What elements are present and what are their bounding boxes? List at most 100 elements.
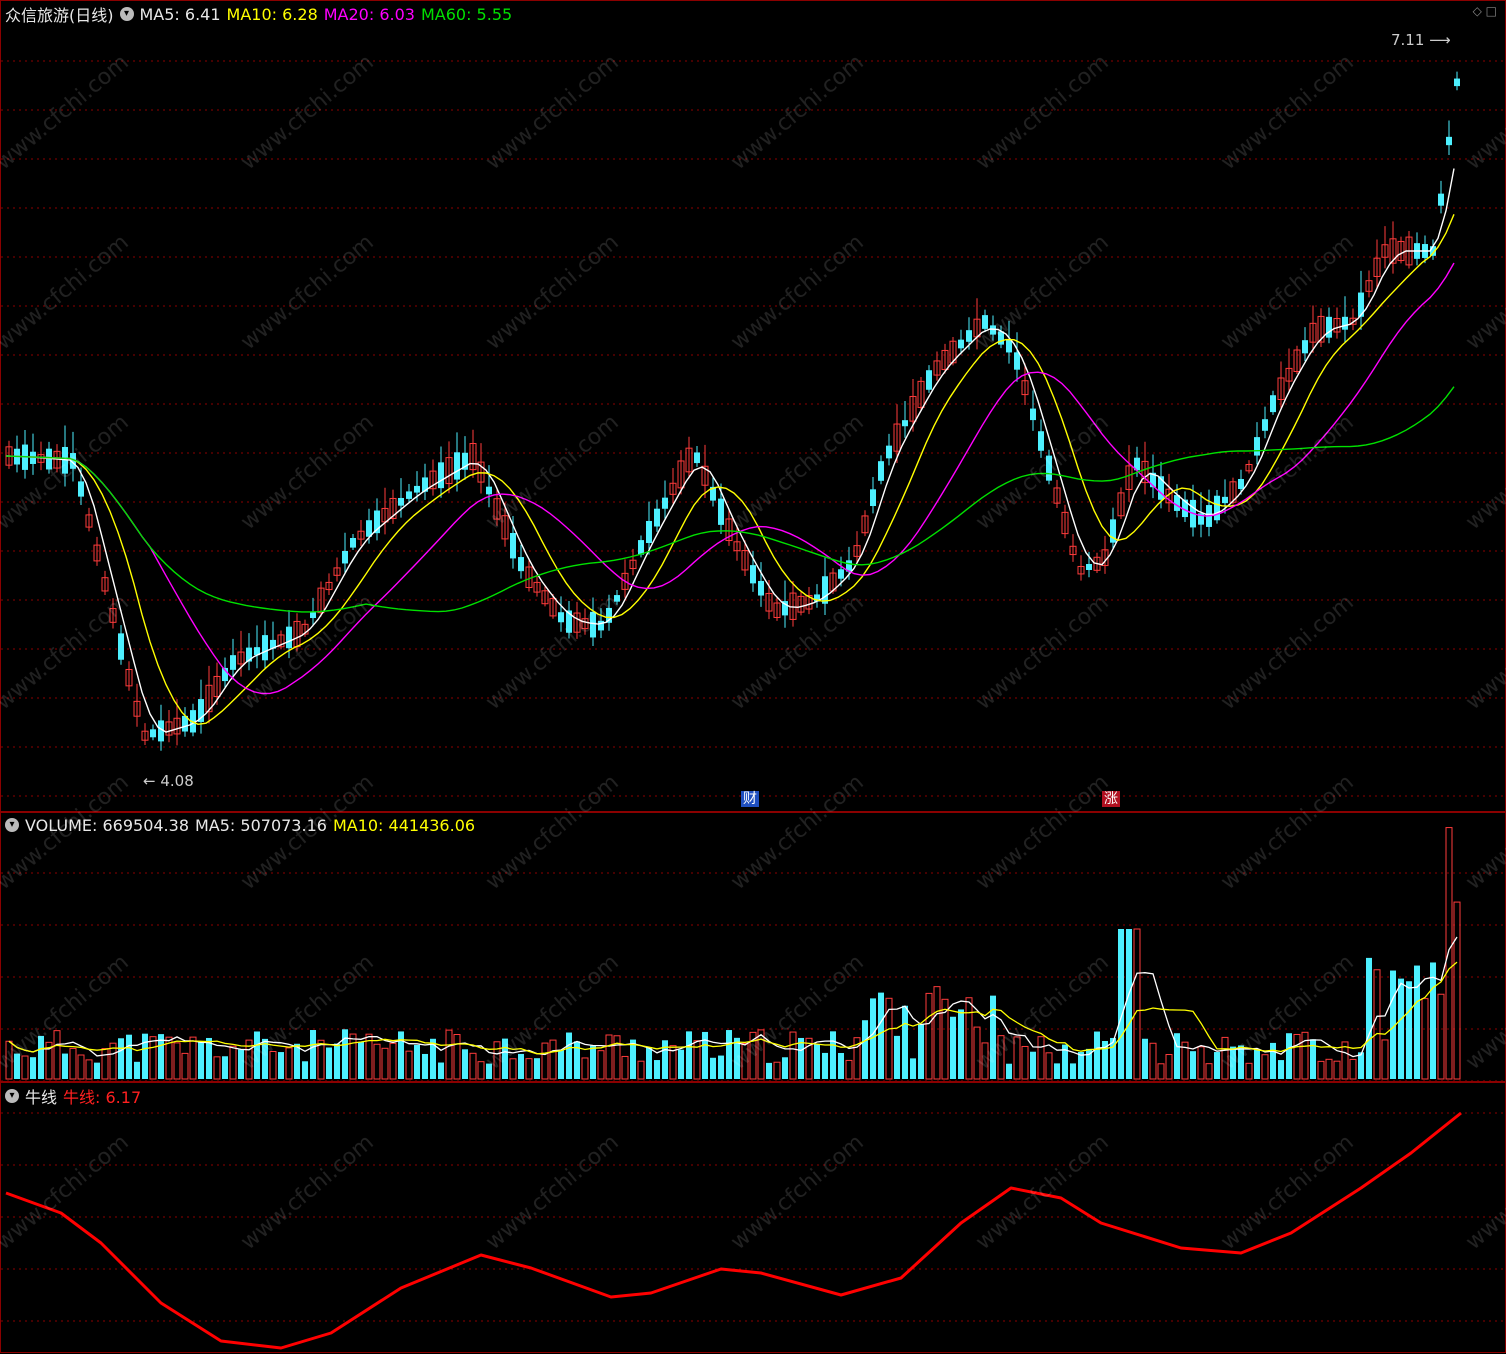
niu-header: ▾ 牛线 牛线: 6.17 xyxy=(5,1086,147,1107)
volume-bar xyxy=(1078,1052,1084,1079)
volume-settings-icon[interactable]: ▾ xyxy=(5,818,19,832)
candle-body xyxy=(342,550,348,564)
candle-body xyxy=(998,331,1004,345)
candle-body xyxy=(1046,455,1052,481)
candle-body xyxy=(646,520,652,544)
volume-bar xyxy=(1142,1038,1148,1079)
volume-bar xyxy=(581,1057,589,1080)
volume-bar xyxy=(933,986,941,1080)
candle-body xyxy=(1014,352,1020,370)
settings-toggle-icon[interactable]: ▾ xyxy=(119,7,134,21)
volume-chart[interactable] xyxy=(1,813,1506,1083)
candle-body xyxy=(1086,563,1092,571)
candle-body xyxy=(758,580,764,596)
candle-body xyxy=(1438,193,1444,206)
volume-bar xyxy=(294,1043,300,1079)
volume-bar xyxy=(902,1005,908,1079)
volume-bar xyxy=(1054,1063,1060,1079)
volume-bar xyxy=(101,1048,109,1080)
panel-controls[interactable]: ◇ □ xyxy=(1473,4,1497,18)
candle-body xyxy=(398,497,404,506)
volume-bar xyxy=(1006,1063,1012,1079)
volume-bar xyxy=(798,1037,804,1079)
volume-bar xyxy=(558,1050,564,1079)
candle-body xyxy=(590,611,596,638)
volume-bar xyxy=(838,1052,844,1079)
volume-bar xyxy=(990,995,996,1079)
candle-body xyxy=(1270,395,1276,413)
volume-bar xyxy=(5,1040,13,1080)
volume-bar xyxy=(549,1039,557,1080)
candle-body xyxy=(486,486,492,495)
volume-panel[interactable]: ▾ VOLUME: 669504.38 MA5: 507073.16 MA10:… xyxy=(0,812,1506,1082)
volume-bar xyxy=(53,1030,61,1080)
volume-bar xyxy=(534,1058,540,1079)
volume-bar xyxy=(142,1033,148,1079)
volume-bar xyxy=(1293,1033,1301,1080)
volume-bar xyxy=(1197,1046,1205,1080)
volume-header: ▾ VOLUME: 669504.38 MA5: 507073.16 MA10:… xyxy=(5,815,481,835)
candle-body xyxy=(982,315,988,329)
volume-bar xyxy=(566,1032,572,1079)
ma10-label: MA10: 6.28 xyxy=(226,4,318,24)
volume-bar xyxy=(422,1053,428,1079)
volume-bar xyxy=(1133,928,1141,1080)
volume-bar xyxy=(1421,998,1429,1080)
volume-bar xyxy=(469,1052,477,1080)
candle-body xyxy=(262,635,268,661)
volume-bar xyxy=(1398,978,1404,1079)
volume-bar xyxy=(878,992,884,1079)
volume-bar xyxy=(229,1045,237,1080)
volume-bar xyxy=(726,1030,732,1079)
candle-body xyxy=(1342,316,1348,330)
candle-body xyxy=(750,565,756,584)
candle-body xyxy=(1174,495,1180,511)
volume-bar xyxy=(718,1055,724,1079)
volume-bar xyxy=(1317,1060,1325,1080)
volume-bar xyxy=(1406,981,1412,1079)
volume-bar xyxy=(862,1020,868,1079)
square-icon[interactable]: □ xyxy=(1486,4,1497,18)
candle-body xyxy=(838,569,844,579)
candlestick-chart[interactable] xyxy=(1,1,1506,813)
niu-line-chart[interactable] xyxy=(1,1083,1506,1354)
volume-bar xyxy=(302,1061,308,1079)
ma20-line xyxy=(5,262,1455,695)
volume-bar xyxy=(541,1042,549,1080)
ma10-line xyxy=(5,214,1455,726)
volume-bar xyxy=(605,1034,613,1080)
volume-bar xyxy=(213,1056,221,1080)
candle-body xyxy=(1326,316,1332,338)
volume-bar xyxy=(597,1050,605,1080)
volume-bar xyxy=(126,1034,132,1079)
volume-bar xyxy=(710,1057,716,1079)
volume-ma5-label: MA5: 507073.16 xyxy=(195,815,327,835)
candle-body xyxy=(822,576,828,604)
volume-bar xyxy=(1325,1058,1333,1080)
volume-bar xyxy=(477,1061,485,1080)
candle-body xyxy=(558,612,564,623)
finance-badge[interactable]: 财 xyxy=(741,791,759,807)
volume-bar xyxy=(1126,929,1132,1079)
ma5-label: MA5: 6.41 xyxy=(139,4,221,24)
limit-up-badge[interactable]: 涨 xyxy=(1102,791,1120,807)
main-header: 众信旅游(日线) ▾ MA5: 6.41 MA10: 6.28 MA20: 6.… xyxy=(5,4,518,26)
niu-line-panel[interactable]: ▾ 牛线 牛线: 6.17 xyxy=(0,1082,1506,1353)
candle-body xyxy=(1302,340,1308,354)
volume-bar xyxy=(1094,1031,1100,1079)
volume-bar xyxy=(654,1060,660,1079)
volume-bar xyxy=(789,1031,797,1080)
niu-settings-icon[interactable]: ▾ xyxy=(5,1089,19,1103)
volume-bar xyxy=(30,1057,36,1079)
volume-bar xyxy=(678,1049,684,1079)
volume-bar xyxy=(238,1049,244,1079)
volume-bar xyxy=(630,1039,636,1079)
volume-bar xyxy=(686,1031,692,1079)
candle-body xyxy=(694,452,700,464)
candle-body xyxy=(406,491,412,499)
volume-bar xyxy=(486,1063,492,1079)
diamond-icon[interactable]: ◇ xyxy=(1473,4,1482,18)
volume-ma10-label: MA10: 441436.06 xyxy=(332,815,476,835)
candlestick-panel[interactable]: 众信旅游(日线) ▾ MA5: 6.41 MA10: 6.28 MA20: 6.… xyxy=(0,0,1506,812)
volume-bar xyxy=(1373,969,1381,1080)
